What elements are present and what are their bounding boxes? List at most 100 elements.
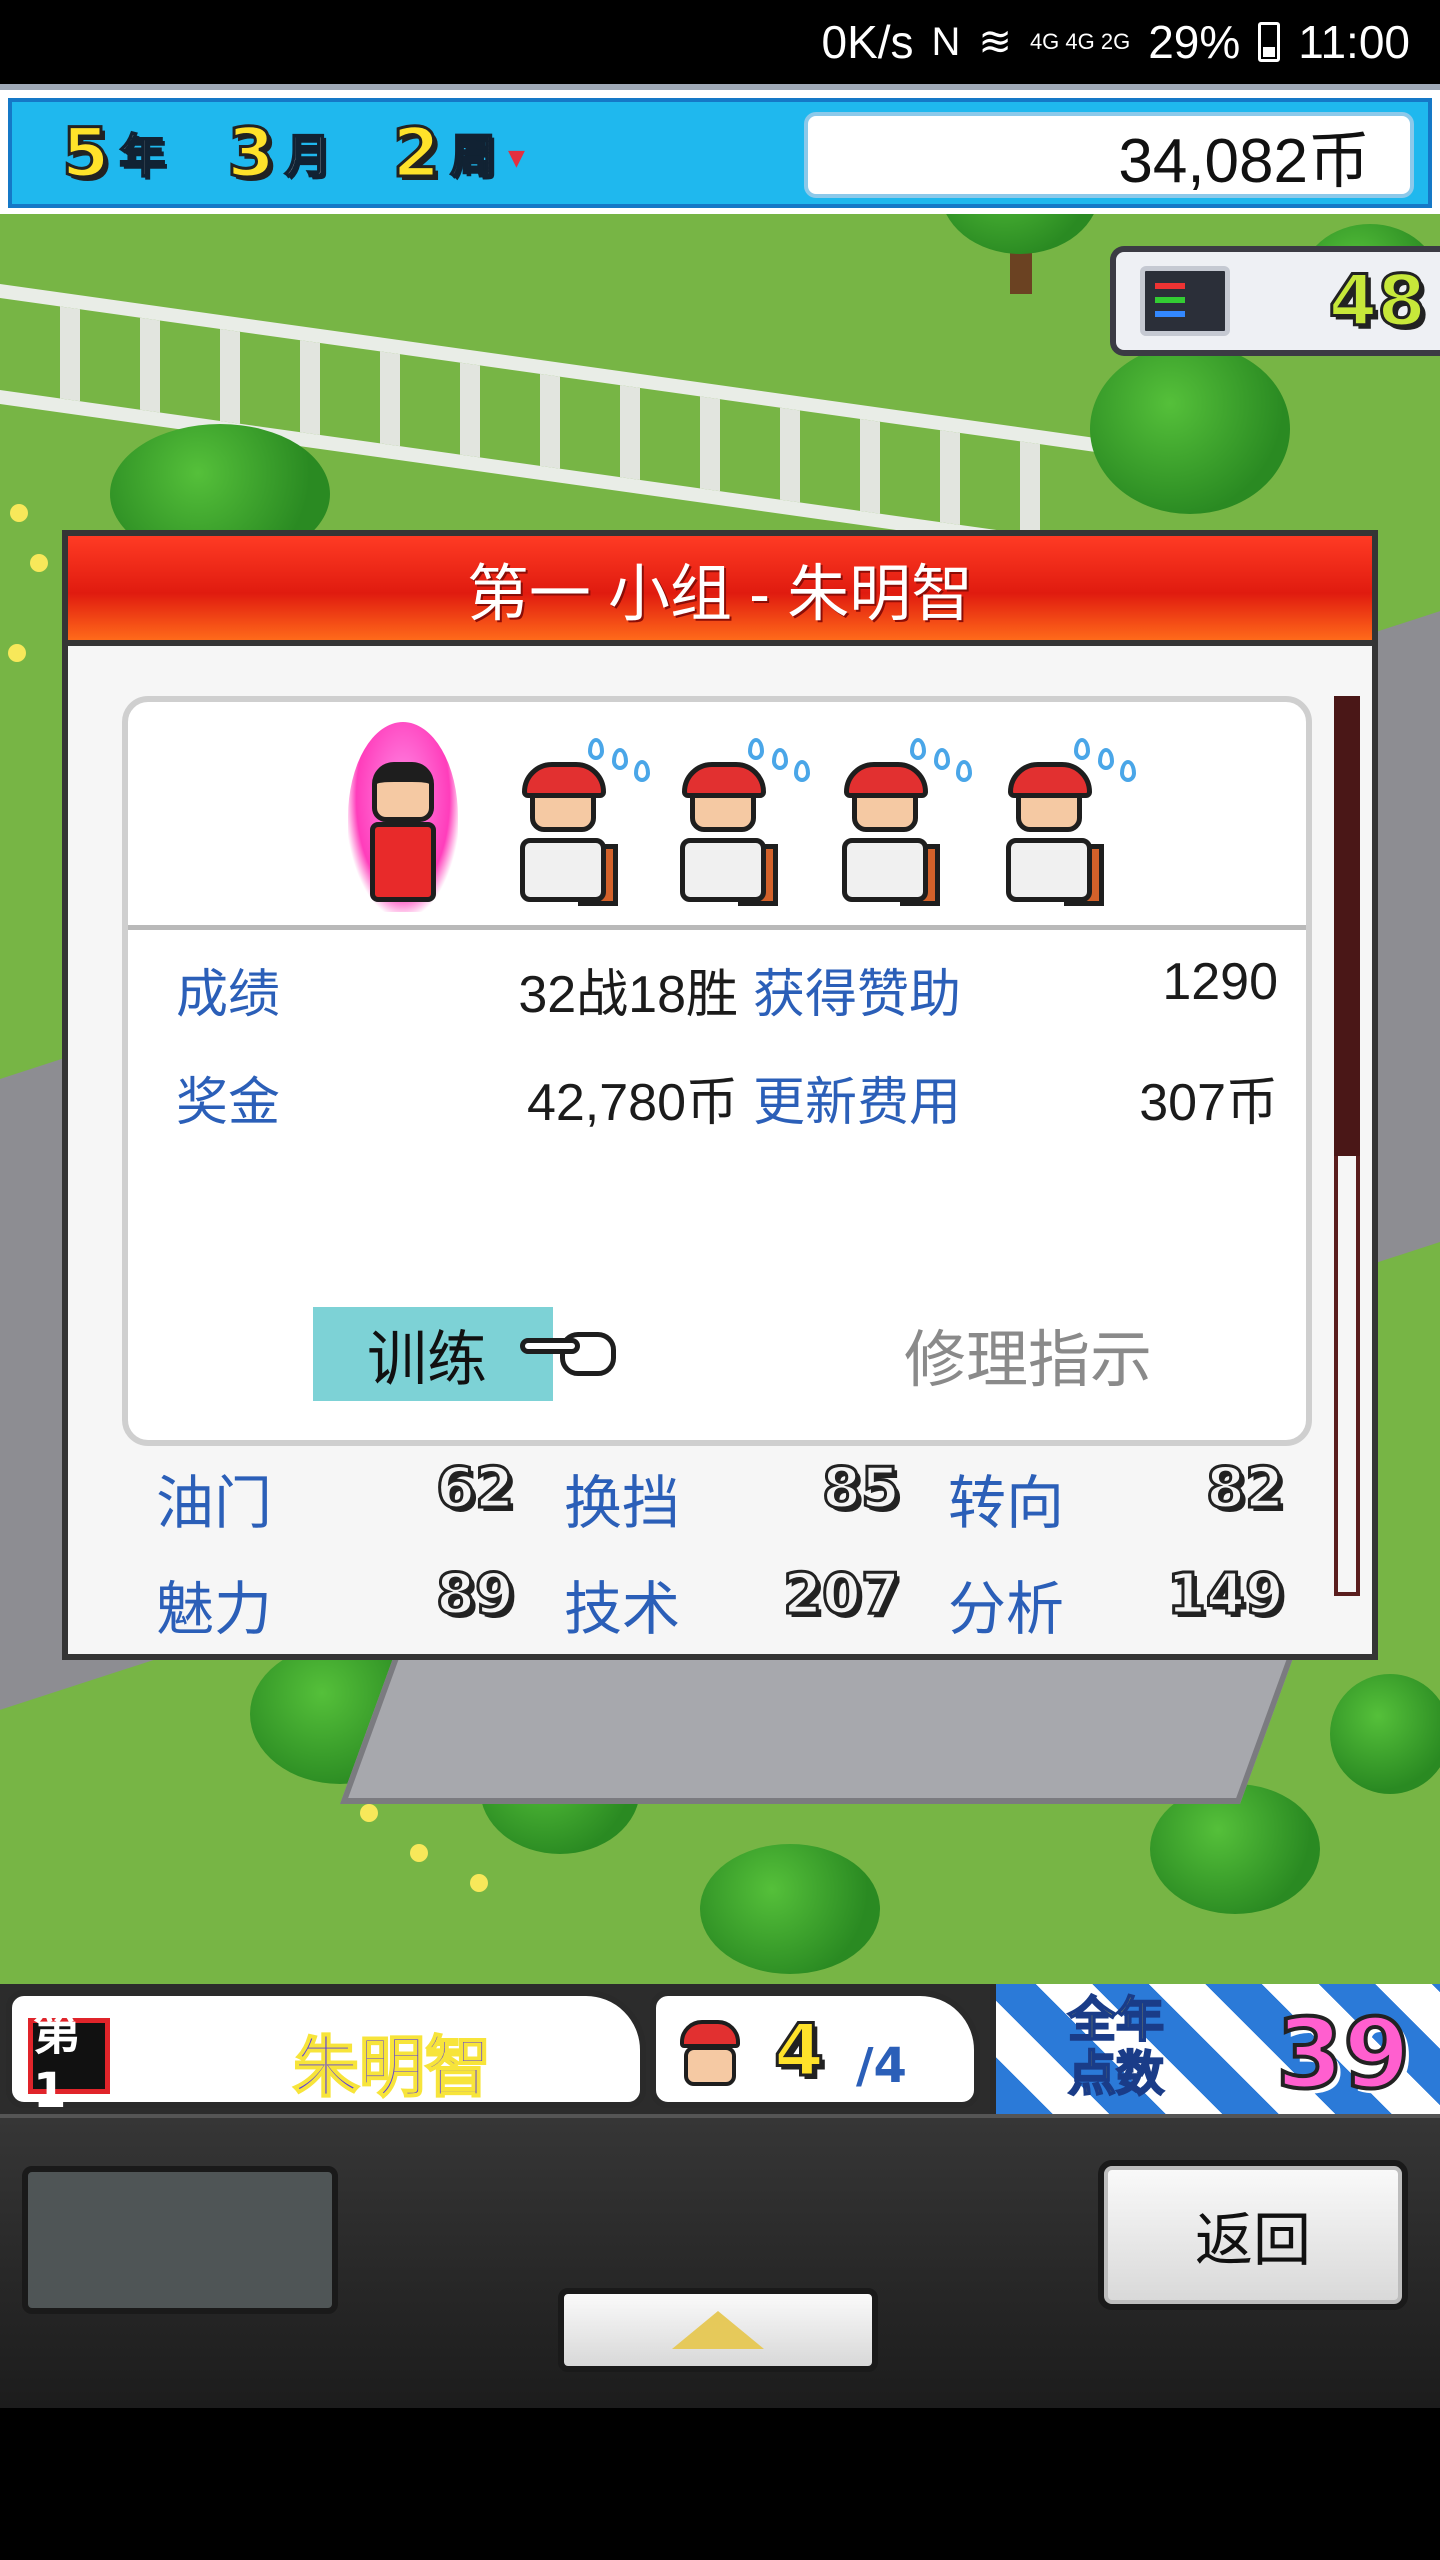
crew-total: /4 [856,2038,907,2094]
shift-value: 85 [821,1455,902,1523]
renew-fee-label: 更新费用 [753,1074,962,1132]
back-button[interactable]: 返回 [1098,2160,1408,2310]
analysis-label: 分析 [948,1577,1065,1642]
stats-row: 奖金 42,780币 更新费用 307币 [168,1060,1288,1132]
sponsor-label: 获得赞助 [753,966,962,1024]
back-label: 返回 [1194,2208,1311,2273]
sweat-drop [1074,738,1090,760]
chevron-down-icon[interactable]: ▼ [508,146,525,171]
network-signal-icon: 4G 4G 2G [1029,29,1131,54]
steering-value: 82 [1205,1455,1286,1523]
record-label: 成绩 [176,966,281,1024]
nfc-icon: N [931,19,961,64]
charm-value: 89 [435,1561,516,1629]
charm-label: 魅力 [156,1577,273,1642]
expand-up-button[interactable] [558,2288,878,2372]
cap [1008,762,1092,798]
points-label-line2: 点数 [1067,2047,1165,2102]
top-hud: 5 年 3 月 2 周 ▼ 34,082币 [0,84,1440,214]
net-speed: 0K/s [821,16,914,68]
season-points-box[interactable]: 全年 点数 39 [990,1984,1440,2114]
driver-box[interactable]: 第1 朱明智 [6,1990,646,2119]
mechanic-sprite [508,738,650,912]
week-unit: 周 [449,128,497,184]
stats-row: 成绩 32战18胜 获得赞助 1290 [168,952,1288,1024]
mechanic-sprite [994,738,1136,912]
points-label-line1: 全年 [1067,1993,1165,2048]
throttle-value: 62 [435,1455,516,1523]
sponsor-value: 1290 [1162,953,1278,1011]
driver-body [370,822,436,902]
year-unit: 年 [118,128,166,184]
cap [522,762,606,798]
triangle-up-icon [672,2311,764,2349]
crew-box[interactable]: 4 /4 [650,1990,980,2108]
cap [844,762,928,798]
train-button[interactable]: 训练 [313,1307,553,1401]
technique-label: 技术 [564,1577,681,1642]
scroll-thumb[interactable] [1334,696,1360,1156]
dialog-scrollbar[interactable] [1334,696,1360,1596]
hand-finger [520,1338,580,1354]
mechanic-face [684,2046,736,2086]
renew-fee-value: 307币 [1139,1074,1278,1132]
clock: 11:00 [1298,16,1410,68]
flower [470,1874,488,1892]
sweat-drop [956,760,972,782]
crew-row [128,702,1306,930]
sweat-drop [748,738,764,760]
research-points-badge[interactable]: 48 [1110,246,1440,356]
mechanic-body [1006,838,1092,902]
analysis-value: 149 [1166,1561,1286,1629]
repair-instructions-button[interactable]: 修理指示 [848,1307,1208,1401]
date-bar[interactable]: 5 年 3 月 2 周 ▼ 34,082币 [8,98,1432,208]
tree [700,1844,880,1974]
week-number: 2 [391,112,441,194]
repair-label: 修理指示 [903,1326,1152,1395]
technique-value: 207 [782,1561,902,1629]
crew-count: 4 [772,2007,825,2094]
dialog-title: 第一 小组 - 朱明智 [68,536,1372,646]
record-value: 32战18胜 [518,966,738,1024]
sweat-drop [794,760,810,782]
money-value: 34,082币 [1118,127,1370,196]
mechanic-sprite [668,738,810,912]
sweat-drop [588,738,604,760]
flower [30,554,48,572]
nav-bar-area [0,2408,1440,2560]
mechanic-body [842,838,928,902]
season-points-label: 全年 点数 [1036,1993,1196,2102]
rank-badge-icon: 第1 [28,2005,110,2119]
mechanic-sprite [830,738,972,912]
team-dialog: 第一 小组 - 朱明智 成绩 32战18胜 获得赞助 1290 奖金 42,78… [62,530,1378,1660]
empty-slot-button[interactable] [22,2166,338,2314]
sweat-drop [934,748,950,770]
tree [1090,344,1290,514]
driver-sprite [348,722,458,912]
steering-label: 转向 [948,1471,1065,1536]
sweat-drop [634,760,650,782]
prize-label: 奖金 [176,1074,281,1132]
sweat-drop [772,748,788,770]
sweat-drop [910,738,926,760]
cap [682,762,766,798]
tree [1330,1674,1440,1794]
season-points-value: 39 [1274,1996,1412,2112]
wifi-icon: ≋ [978,20,1012,64]
flower [410,1844,428,1862]
battery-icon [1258,22,1281,62]
prize-value: 42,780币 [526,1074,738,1132]
team-info-card: 成绩 32战18胜 获得赞助 1290 奖金 42,780币 更新费用 307币… [122,696,1312,1446]
month-number: 3 [226,112,276,194]
shift-label: 换挡 [564,1471,681,1536]
research-points-value: 48 [1327,259,1427,344]
bottom-info-bar: 第1 朱明智 4 /4 全年 点数 39 [0,1984,1440,2119]
driver-name: 朱明智 [292,2028,492,2107]
flower [8,644,26,662]
control-panel: 返回 [0,2114,1440,2408]
cap [680,2020,740,2048]
battery-percent: 29% [1148,16,1241,68]
sweat-drop [612,748,628,770]
flower [360,1804,378,1822]
mechanic-body [520,838,606,902]
